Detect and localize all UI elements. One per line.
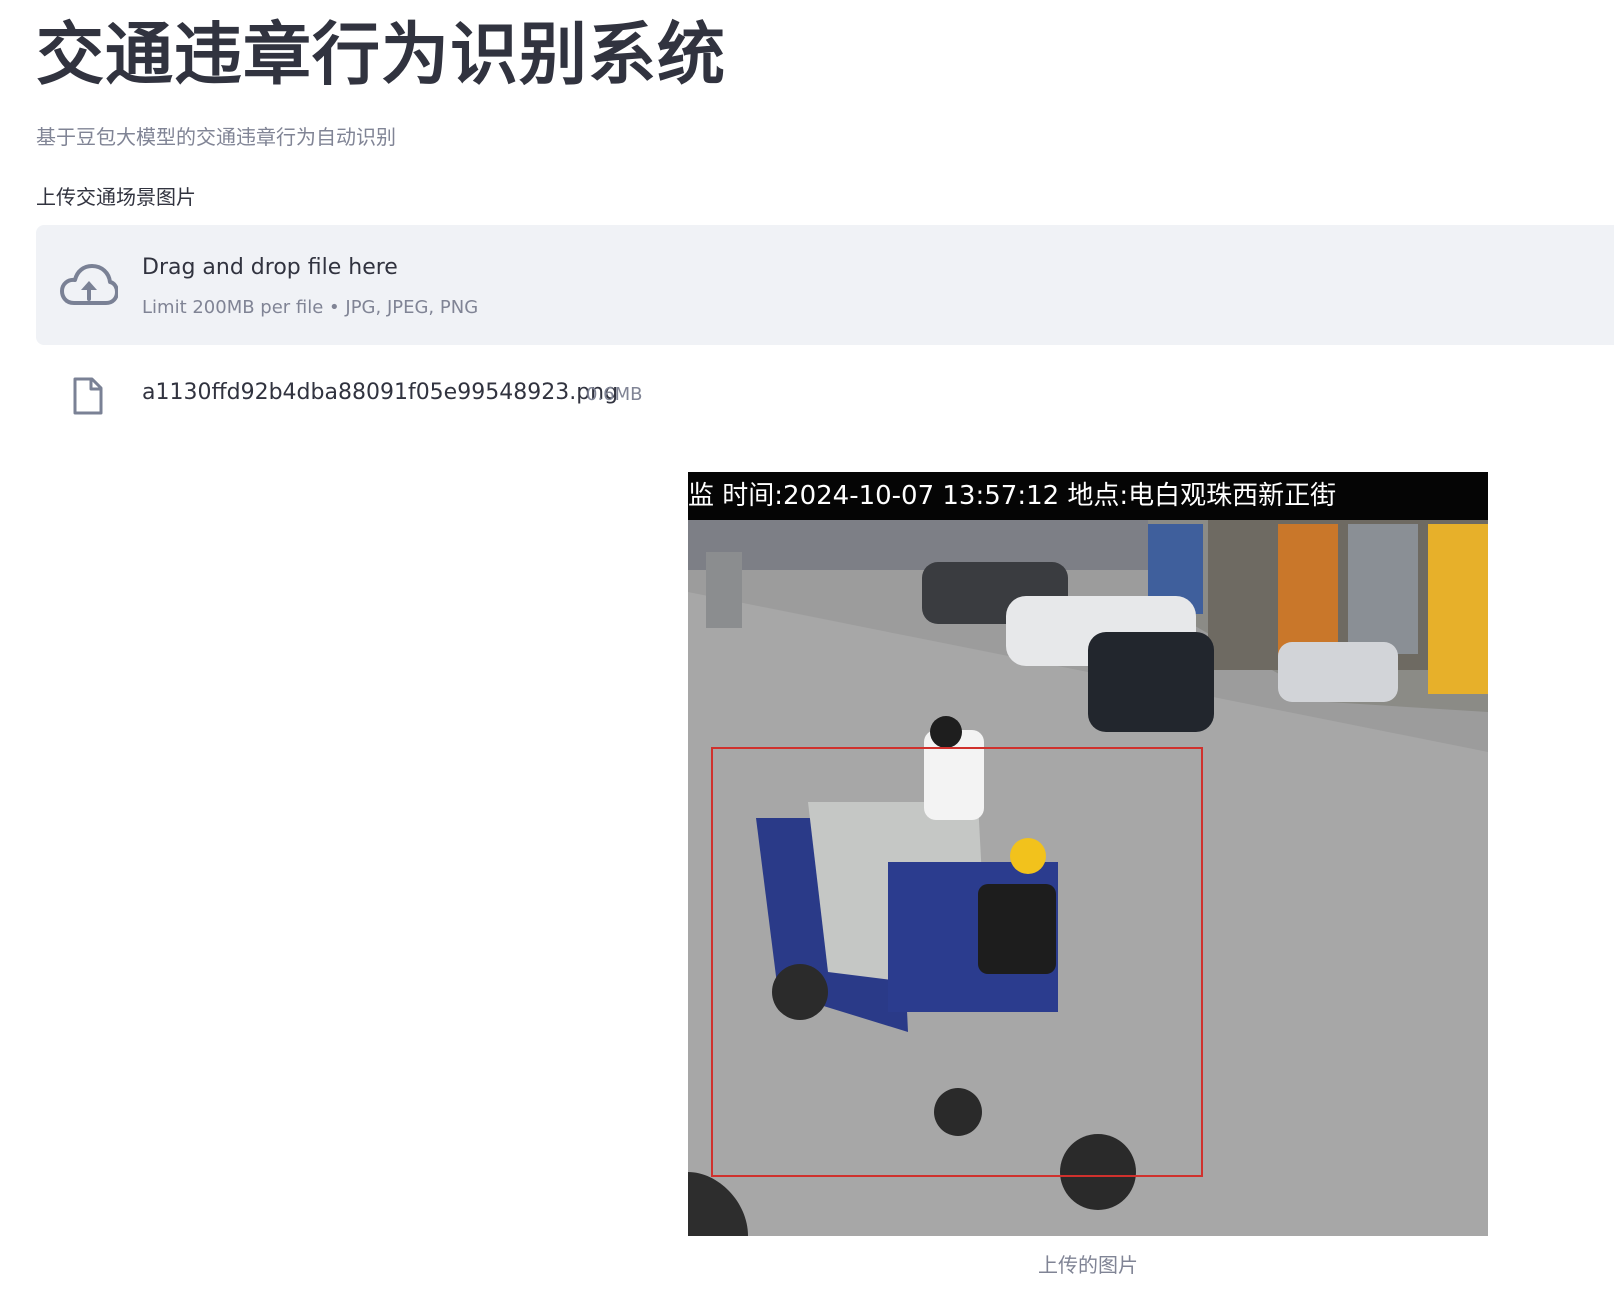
page-title: 交通违章行为识别系统 [36,16,727,95]
uploader-label: 上传交通场景图片 [36,185,196,209]
app-page: 交通违章行为识别系统 基于豆包大模型的交通违章行为自动识别 上传交通场景图片 D… [0,0,1614,1294]
image-caption: 上传的图片 [1038,1253,1138,1277]
uploaded-image: 监 时间:2024-10-07 13:57:12 地点:电白观珠西新正街 [688,472,1488,1236]
file-dropzone[interactable]: Drag and drop file here Limit 200MB per … [36,225,1614,345]
dropzone-instructions: Drag and drop file here [142,255,398,280]
traffic-scene-image: 监 时间:2024-10-07 13:57:12 地点:电白观珠西新正街 [688,472,1488,1236]
uploaded-file-size: 0.6MB [586,384,643,405]
page-subtitle: 基于豆包大模型的交通违章行为自动识别 [36,125,396,149]
file-icon [73,377,103,415]
image-overlay-timestamp: 监 时间:2024-10-07 13:57:12 地点:电白观珠西新正街 [688,481,1336,511]
dropzone-limit-text: Limit 200MB per file • JPG, JPEG, PNG [142,297,479,318]
uploaded-file-item: a1130ffd92b4dba88091f05e99548923.png 0.6… [36,370,936,420]
cloud-upload-icon [60,264,118,305]
uploaded-file-name: a1130ffd92b4dba88091f05e99548923.png [142,380,619,405]
